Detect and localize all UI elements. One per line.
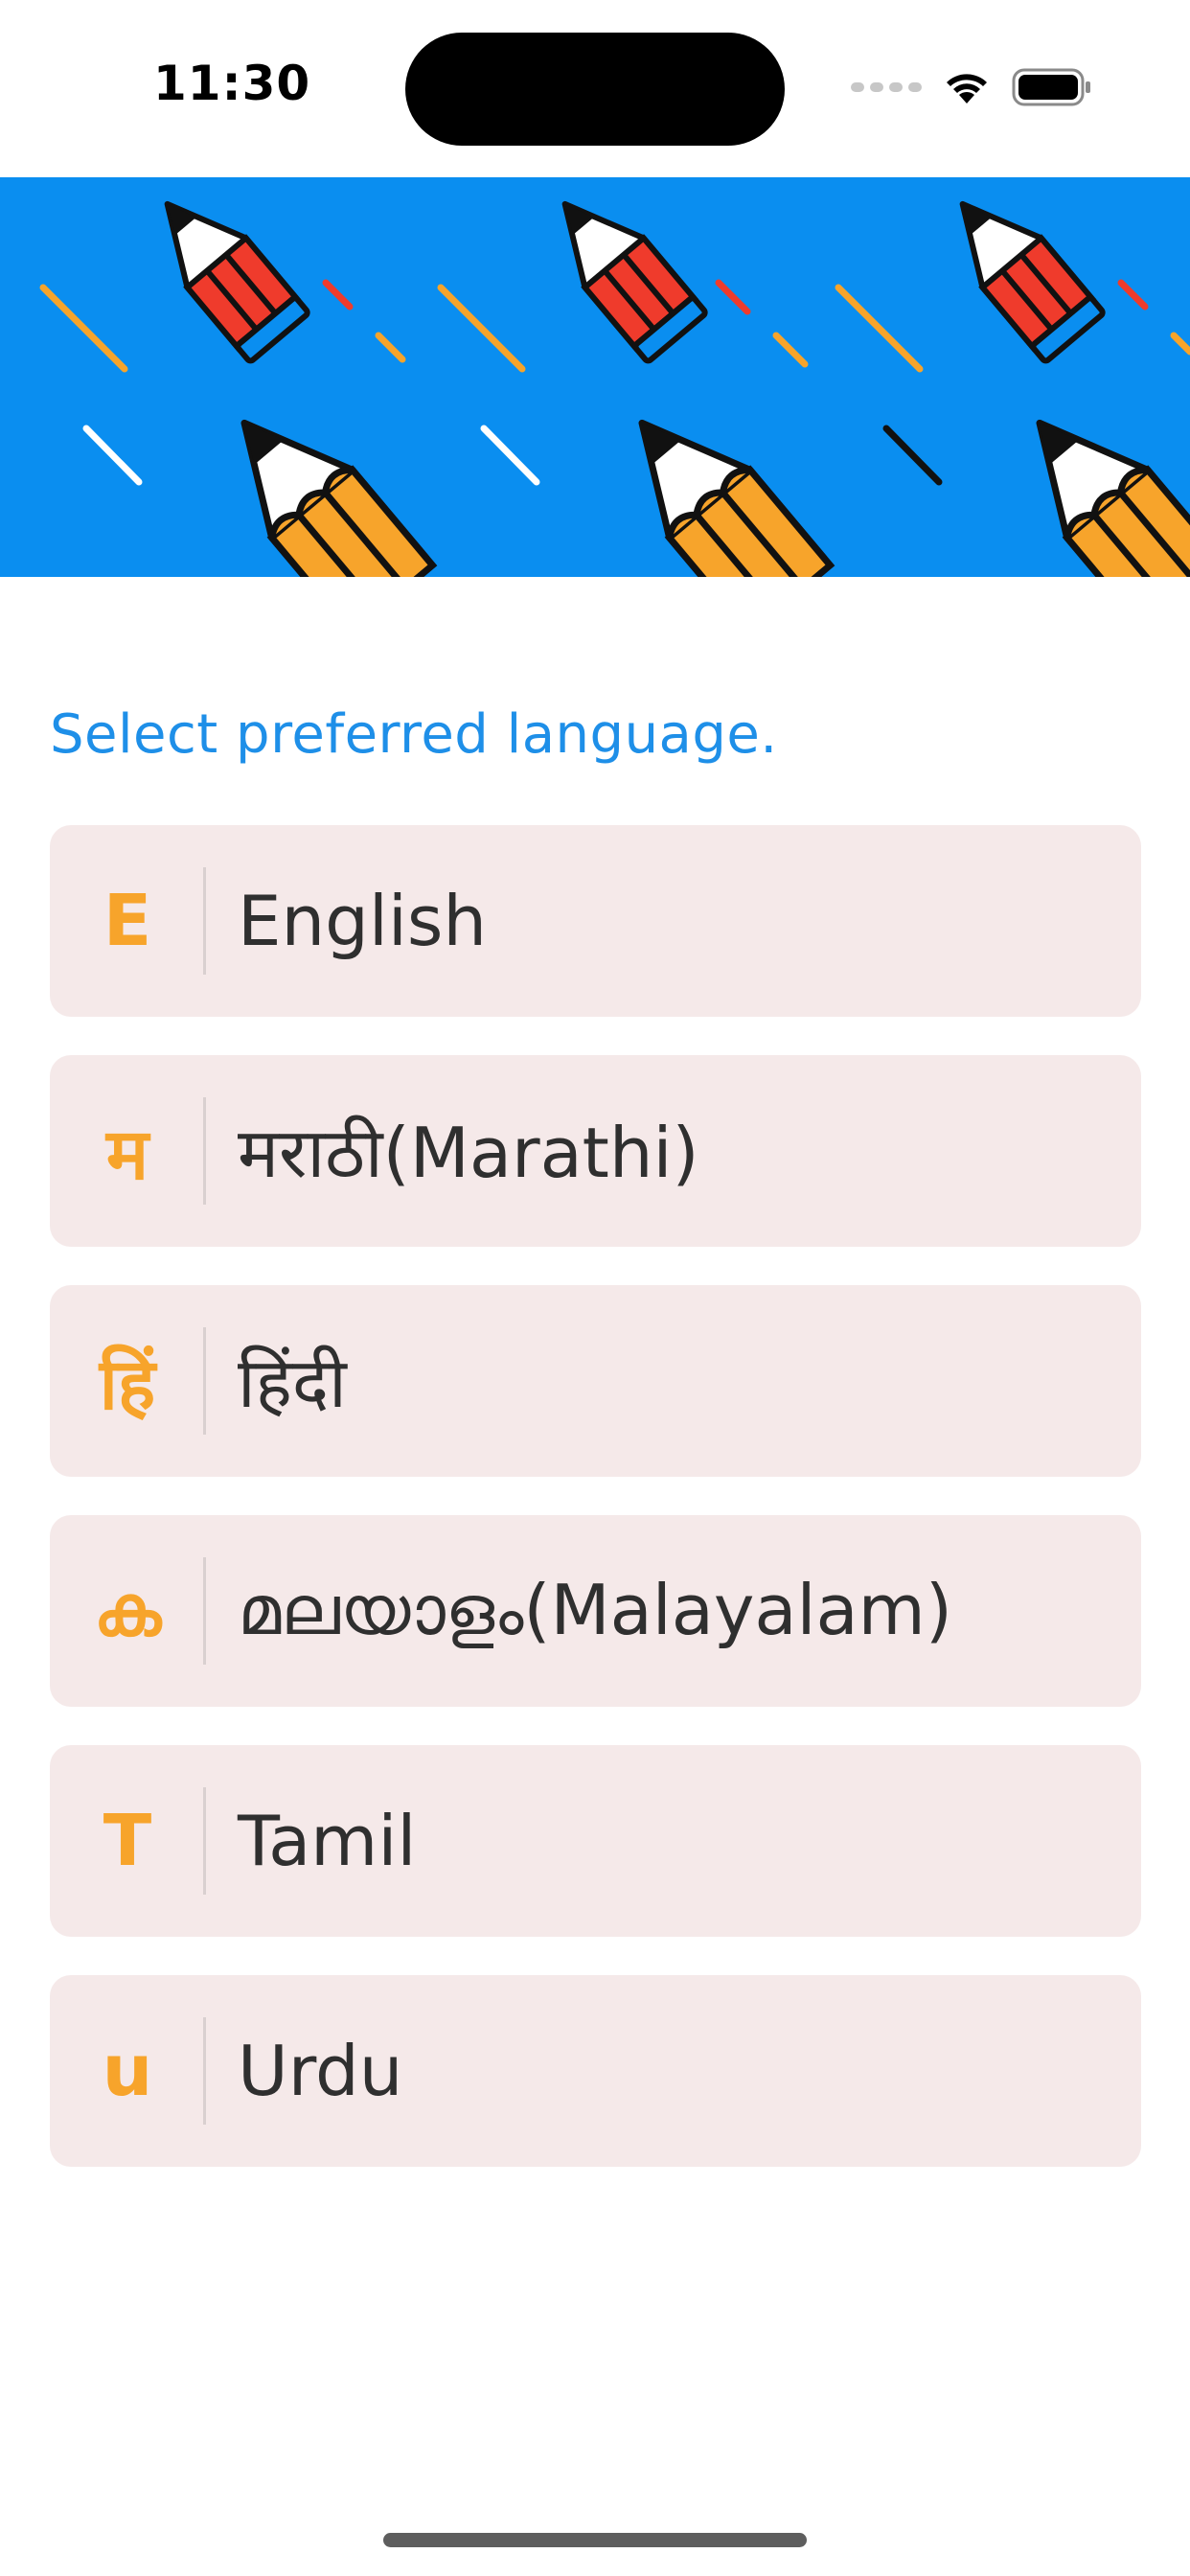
status-time: 11:30 bbox=[153, 56, 311, 111]
home-indicator[interactable] bbox=[383, 2533, 807, 2547]
divider bbox=[203, 1787, 206, 1895]
language-glyph-icon: E bbox=[103, 880, 152, 962]
language-glyph-icon: ക bbox=[93, 1569, 162, 1652]
language-glyph-icon: हिं bbox=[99, 1343, 156, 1426]
language-label: Tamil bbox=[238, 1801, 417, 1881]
language-option-english[interactable]: E English bbox=[50, 825, 1141, 1017]
language-option-tamil[interactable]: T Tamil bbox=[50, 1745, 1141, 1937]
language-label: मराठी(Marathi) bbox=[238, 1113, 699, 1193]
dynamic-island bbox=[405, 33, 785, 146]
cellular-signal-icon bbox=[851, 82, 922, 92]
select-language-prompt: Select preferred language. bbox=[50, 703, 778, 766]
language-glyph-icon: T bbox=[103, 1800, 152, 1882]
language-option-hindi[interactable]: हिं हिंदी bbox=[50, 1285, 1141, 1477]
divider bbox=[203, 2017, 206, 2125]
language-list: E English म मराठी(Marathi) हिं हिंदी ക മ… bbox=[50, 825, 1141, 2205]
language-option-marathi[interactable]: म मराठी(Marathi) bbox=[50, 1055, 1141, 1247]
divider bbox=[203, 867, 206, 975]
language-label: English bbox=[238, 881, 487, 961]
wifi-icon bbox=[943, 69, 991, 105]
language-glyph-icon: u bbox=[102, 2030, 153, 2112]
language-label: മലയാളം(Malayalam) bbox=[238, 1570, 952, 1650]
status-bar: 11:30 bbox=[0, 0, 1190, 177]
language-label: Urdu bbox=[238, 2031, 403, 2111]
divider bbox=[203, 1327, 206, 1435]
divider bbox=[203, 1557, 206, 1665]
status-icons bbox=[851, 63, 1092, 111]
language-glyph-icon: म bbox=[105, 1113, 149, 1196]
divider bbox=[203, 1097, 206, 1205]
header-banner-image bbox=[0, 177, 1190, 577]
language-option-urdu[interactable]: u Urdu bbox=[50, 1975, 1141, 2167]
battery-icon bbox=[1012, 68, 1092, 106]
language-option-malayalam[interactable]: ക മലയാളം(Malayalam) bbox=[50, 1515, 1141, 1707]
language-label: हिंदी bbox=[238, 1343, 347, 1423]
